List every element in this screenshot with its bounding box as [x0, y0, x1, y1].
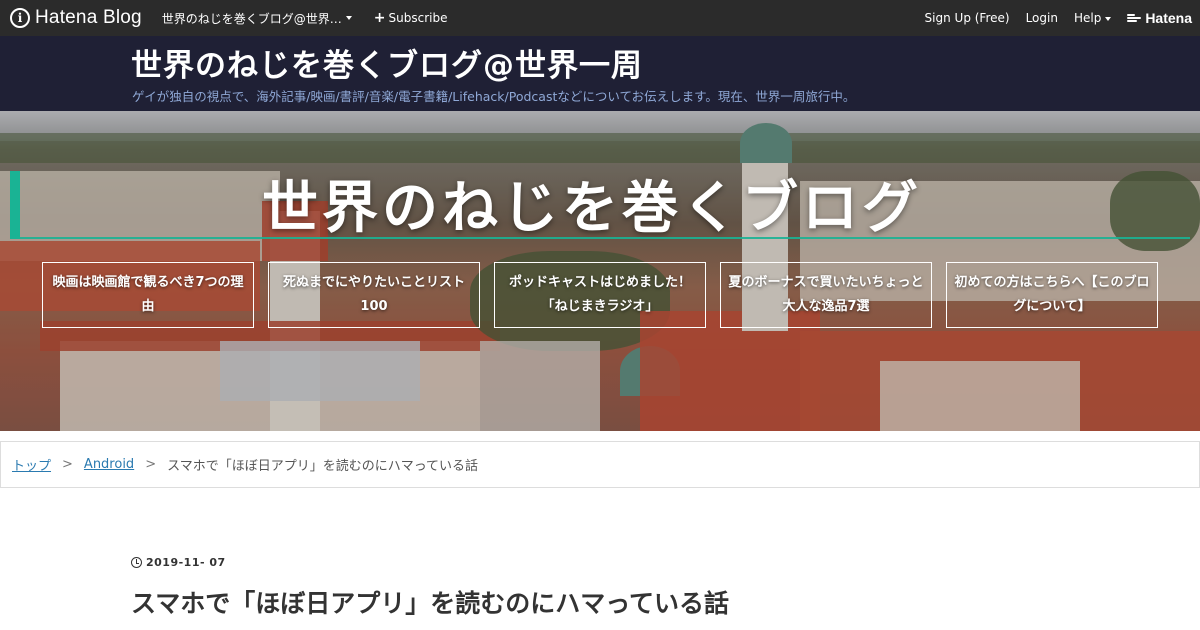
featured-link-3[interactable]: ポッドキャストはじめました！「ねじまきラジオ」 — [494, 262, 706, 328]
hatena-logo-icon: i — [10, 8, 30, 28]
featured-link-2[interactable]: 死ぬまでにやりたいことリスト100 — [268, 262, 480, 328]
post-date[interactable]: 2019-11- 07 — [131, 556, 226, 569]
featured-link-1[interactable]: 映画は映画館で観るべき7つの理由 — [42, 262, 254, 328]
breadcrumb: トップ > Android > スマホで「ほぼ日アプリ」を読むのにハマっている話 — [0, 441, 1200, 488]
breadcrumb-separator: > — [62, 457, 73, 472]
blog-menu-label: 世界のねじを巻くブログ@世界… — [161, 11, 342, 26]
breadcrumb-link-android[interactable]: Android — [84, 457, 134, 472]
login-link[interactable]: Login — [1026, 11, 1058, 25]
blog-header: 世界のねじを巻くブログ@世界一周 ゲイが独自の視点で、海外記事/映画/書評/音楽… — [0, 36, 1200, 111]
chevron-down-icon — [1105, 16, 1112, 21]
hero-banner: 世界のねじを巻くブログ 映画は映画館で観るべき7つの理由 死ぬまでにやりたいこと… — [0, 111, 1200, 431]
blog-menu-dropdown[interactable]: 世界のねじを巻くブログ@世界… — [162, 10, 352, 27]
hatena-mark-icon — [1127, 13, 1142, 23]
hero-title[interactable]: 世界のねじを巻くブログ — [262, 163, 922, 244]
breadcrumb-current: スマホで「ほぼ日アプリ」を読むのにハマっている話 — [167, 459, 479, 474]
hatena-blog-logo[interactable]: i Hatena Blog — [10, 0, 142, 36]
help-dropdown[interactable]: Help — [1073, 11, 1112, 25]
breadcrumb-link-top[interactable]: トップ — [12, 455, 51, 474]
chevron-down-icon — [345, 16, 352, 20]
topbar-right-links: Sign Up (Free) Login Help Hatena — [909, 0, 1192, 36]
post-title[interactable]: スマホで「ほぼ日アプリ」を読むのにハマっている話 — [131, 586, 731, 622]
clock-icon — [131, 557, 142, 568]
hero-divider — [20, 237, 1190, 239]
blog-description: ゲイが独自の視点で、海外記事/映画/書評/音楽/電子書籍/Lifehack/Po… — [132, 89, 856, 104]
hero-accent-bar — [10, 171, 20, 239]
post-date-text: 2019-11- 07 — [146, 556, 226, 569]
hatena-blog-logo-text: Hatena Blog — [35, 7, 142, 28]
signup-link[interactable]: Sign Up (Free) — [925, 11, 1010, 25]
hatena-label: Hatena — [1145, 10, 1192, 26]
help-label: Help — [1073, 11, 1102, 25]
hatena-home-link[interactable]: Hatena — [1127, 10, 1192, 26]
featured-link-5[interactable]: 初めての方はこちらへ【このブログについて】 — [946, 262, 1158, 328]
breadcrumb-separator: > — [145, 457, 157, 472]
blog-title[interactable]: 世界のねじを巻くブログ@世界一周 — [131, 40, 643, 85]
featured-link-4[interactable]: 夏のボーナスで買いたいちょっと大人な逸品7選 — [720, 262, 932, 328]
subscribe-label: Subscribe — [388, 11, 448, 25]
plus-icon: + — [373, 10, 386, 26]
subscribe-button[interactable]: + Subscribe — [374, 10, 448, 26]
hatena-topbar: i Hatena Blog 世界のねじを巻くブログ@世界… + Subscrib… — [0, 0, 1200, 36]
